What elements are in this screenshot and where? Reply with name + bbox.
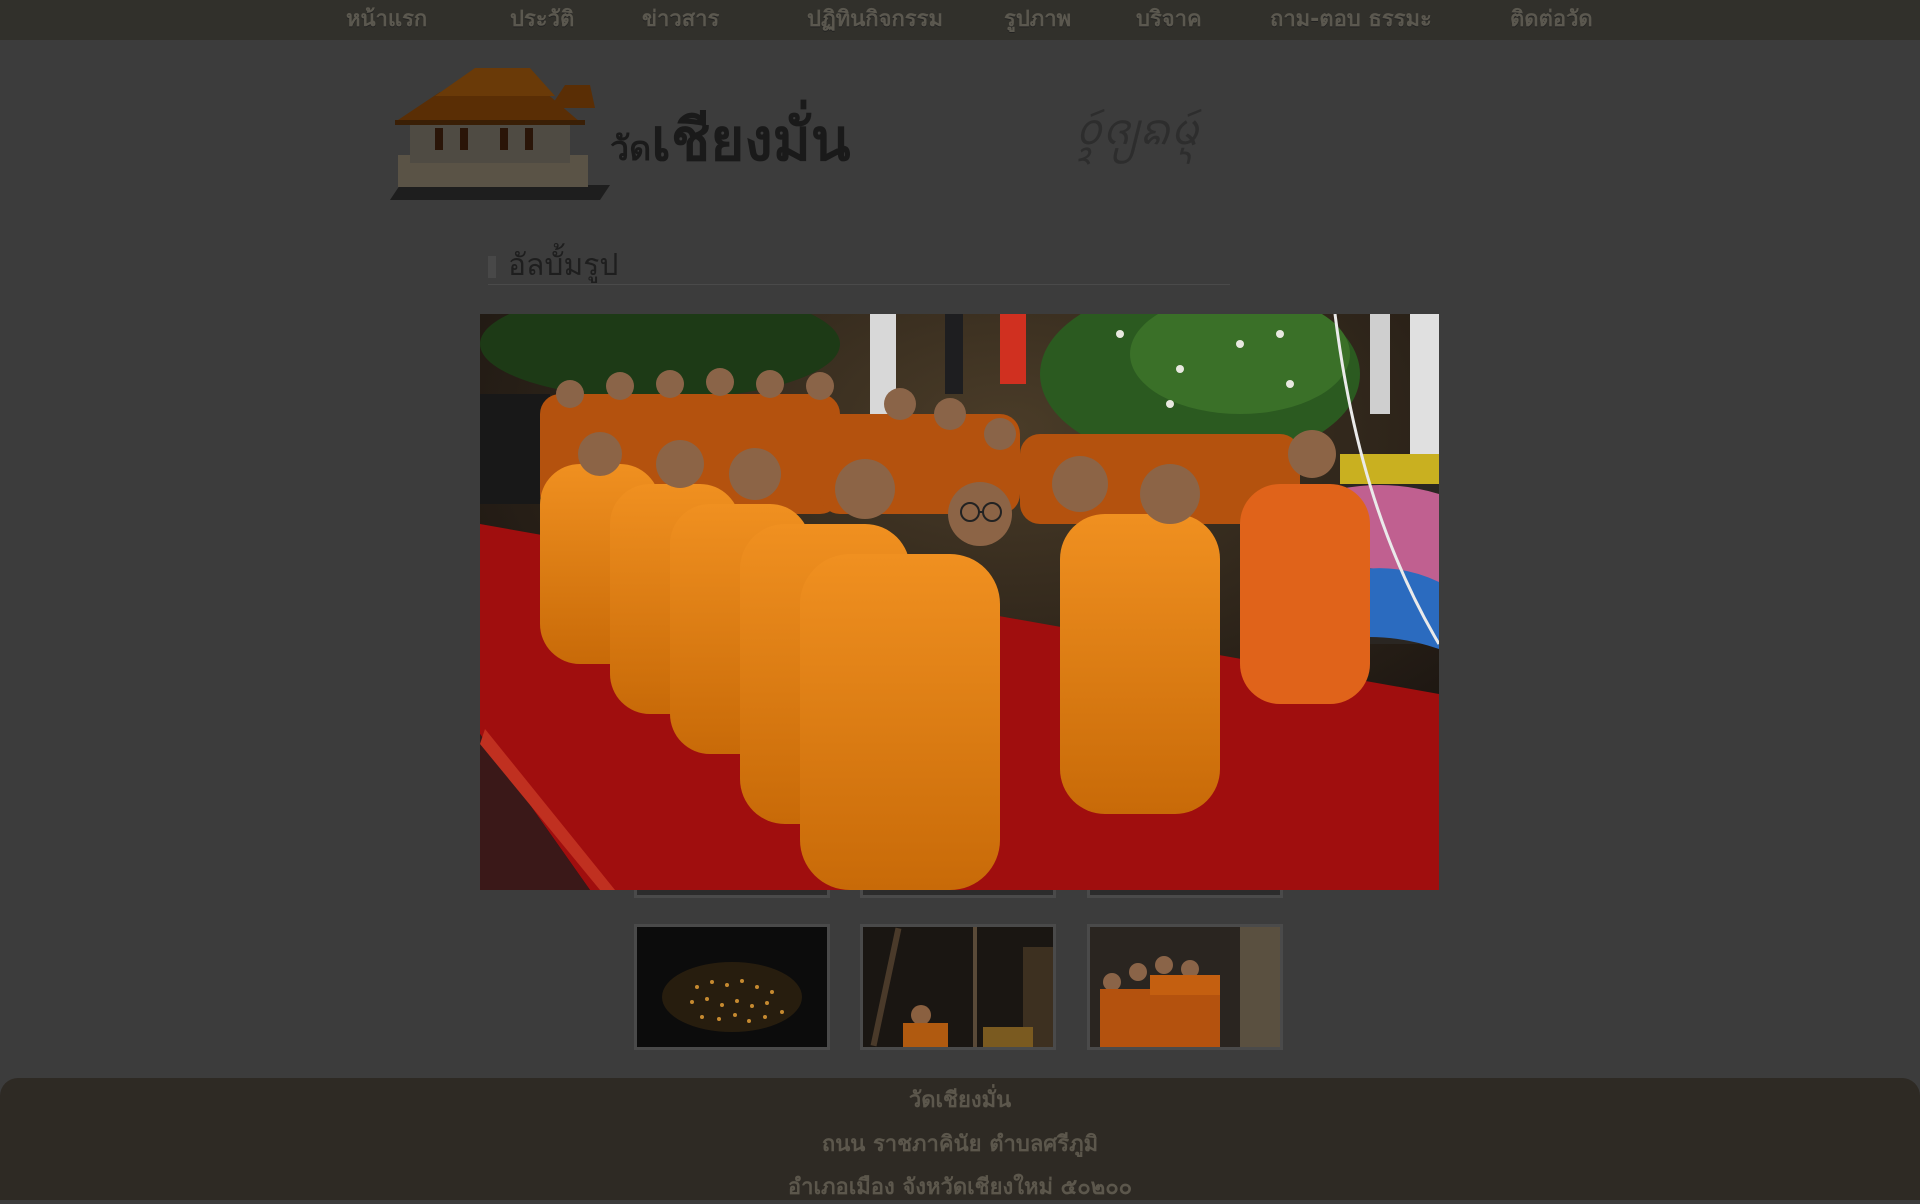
lightbox-photo[interactable] [480, 314, 1439, 890]
photo-monks-seated [480, 314, 1439, 890]
